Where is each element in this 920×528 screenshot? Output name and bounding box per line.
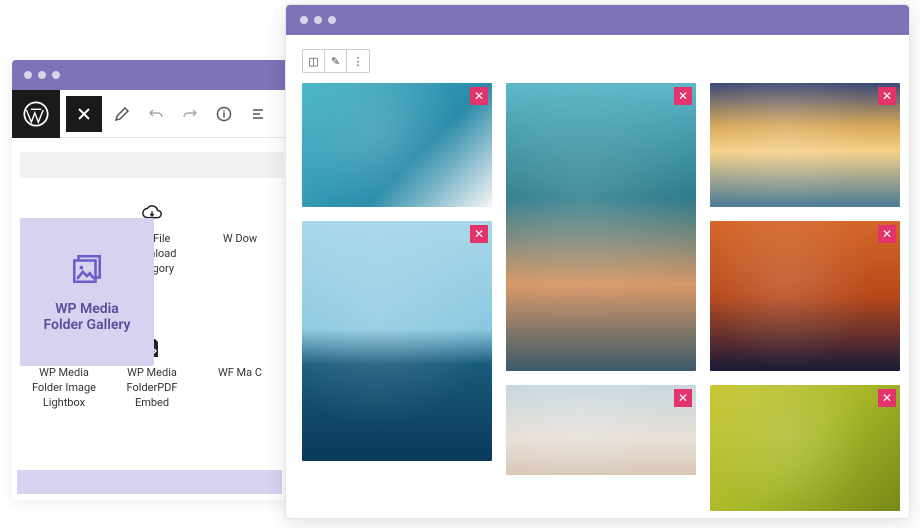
window-control-dot[interactable]	[24, 71, 32, 79]
gallery-image[interactable]: ✕	[302, 221, 492, 461]
gallery-image[interactable]: ✕	[506, 385, 696, 475]
block-label: WP Media Folder Image Lightbox	[24, 366, 104, 411]
window-control-dot[interactable]	[38, 71, 46, 79]
gallery-image[interactable]: ✕	[710, 221, 900, 371]
gallery-image[interactable]: ✕	[710, 83, 900, 207]
block-label-line1: WP Media	[55, 301, 119, 317]
remove-image-button[interactable]: ✕	[674, 389, 692, 407]
block-partial[interactable]: W Dow	[196, 198, 284, 318]
block-icon	[228, 336, 252, 360]
image-gallery-grid: ✕ ✕ ✕ ✕ ✕ ✕ ✕	[286, 83, 909, 527]
redo-icon[interactable]	[182, 106, 198, 122]
block-wp-media-folder-gallery-selected[interactable]: WP Media Folder Gallery	[20, 218, 154, 366]
window-control-dot[interactable]	[314, 16, 322, 24]
gallery-editor-window: ◫ ✎ ⋮ ✕ ✕ ✕ ✕ ✕ ✕ ✕	[285, 4, 910, 519]
remove-image-button[interactable]: ✕	[470, 87, 488, 105]
block-type-button[interactable]: ◫	[303, 50, 325, 72]
gallery-icon	[69, 251, 105, 287]
undo-icon[interactable]	[148, 106, 164, 122]
block-label: W Dow	[223, 232, 257, 247]
pencil-icon[interactable]	[114, 106, 130, 122]
block-toolbar: ◫ ✎ ⋮	[302, 49, 370, 73]
remove-image-button[interactable]: ✕	[470, 225, 488, 243]
editor-toolbar	[12, 90, 292, 138]
gallery-image[interactable]: ✕	[710, 385, 900, 511]
block-label: WF Ma C	[218, 366, 262, 381]
window-control-dot[interactable]	[328, 16, 336, 24]
remove-image-button[interactable]: ✕	[878, 87, 896, 105]
decorative-bar	[17, 470, 282, 494]
close-button[interactable]	[66, 96, 102, 132]
outline-icon[interactable]	[250, 106, 266, 122]
remove-image-button[interactable]: ✕	[878, 389, 896, 407]
edit-button[interactable]: ✎	[325, 50, 347, 72]
gallery-image[interactable]: ✕	[506, 83, 696, 371]
block-icon	[228, 202, 252, 226]
block-label: WP Media FolderPDF Embed	[112, 366, 192, 411]
window-titlebar	[286, 5, 909, 35]
block-label-line2: Folder Gallery	[43, 317, 130, 333]
remove-image-button[interactable]: ✕	[878, 225, 896, 243]
remove-image-button[interactable]: ✕	[674, 87, 692, 105]
gallery-image[interactable]: ✕	[302, 83, 492, 207]
wordpress-logo[interactable]	[12, 90, 60, 138]
info-icon[interactable]	[216, 106, 232, 122]
block-partial[interactable]: WF Ma C	[196, 332, 284, 415]
block-search-input[interactable]	[20, 152, 284, 178]
window-control-dot[interactable]	[52, 71, 60, 79]
window-control-dot[interactable]	[300, 16, 308, 24]
window-titlebar	[12, 60, 292, 90]
more-options-button[interactable]: ⋮	[347, 50, 369, 72]
